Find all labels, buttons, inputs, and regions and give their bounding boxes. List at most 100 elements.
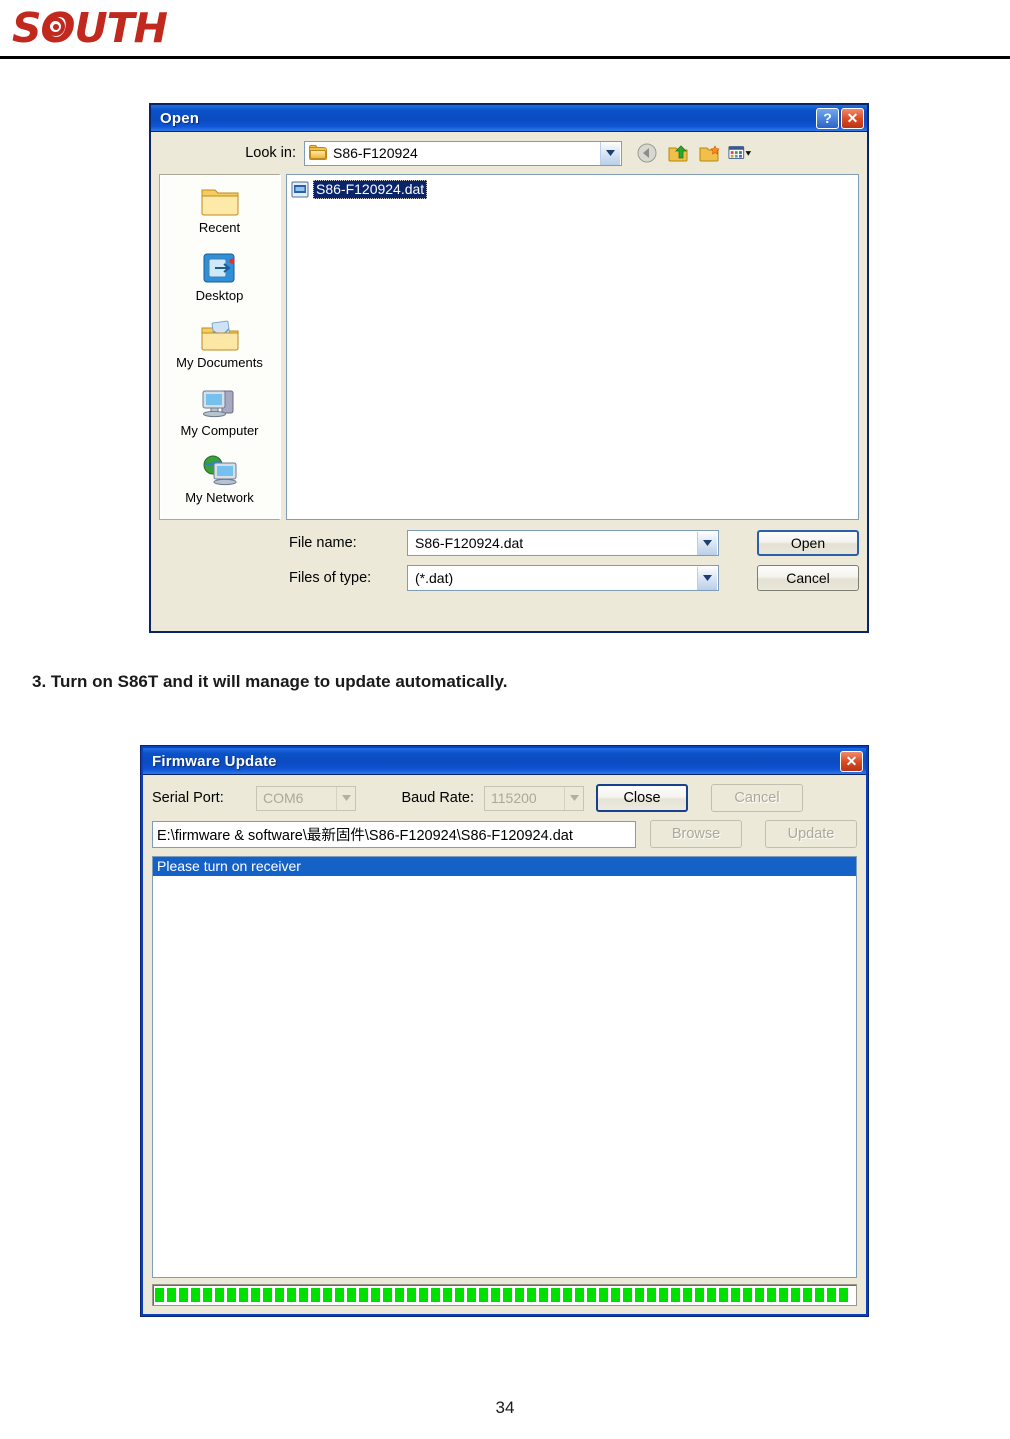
help-icon[interactable]: ? xyxy=(816,107,839,129)
lookin-row: Look in: S86-F120924 xyxy=(159,139,859,167)
views-icon[interactable] xyxy=(728,142,752,164)
open-dialog-main: Recent Desktop My Documents My Computer … xyxy=(159,174,859,520)
place-recent[interactable]: Recent xyxy=(161,181,279,244)
update-button: Update xyxy=(765,820,857,848)
firmware-dialog-titlebar: Firmware Update ✕ xyxy=(143,748,866,775)
chevron-down-icon[interactable] xyxy=(336,786,355,810)
progress-block xyxy=(503,1288,512,1302)
progress-bar xyxy=(152,1284,857,1306)
progress-block xyxy=(407,1288,416,1302)
place-my-documents[interactable]: My Documents xyxy=(161,316,279,379)
progress-block xyxy=(611,1288,620,1302)
file-list[interactable]: S86-F120924.dat xyxy=(286,174,859,520)
places-bar: Recent Desktop My Documents My Computer … xyxy=(159,174,281,520)
close-icon[interactable]: ✕ xyxy=(841,107,864,129)
firmware-log-area[interactable]: Please turn on receiver xyxy=(152,856,857,1278)
progress-block xyxy=(179,1288,188,1302)
serial-port-label: Serial Port: xyxy=(152,790,224,806)
filename-input[interactable]: S86-F120924.dat xyxy=(407,530,719,556)
baud-rate-label: Baud Rate: xyxy=(401,790,474,806)
header-rule xyxy=(0,56,1010,59)
progress-block xyxy=(767,1288,776,1302)
progress-block xyxy=(491,1288,500,1302)
filetype-label: Files of type: xyxy=(289,570,372,586)
browse-button: Browse xyxy=(650,820,742,848)
chevron-down-icon[interactable] xyxy=(564,786,583,810)
back-icon[interactable] xyxy=(635,142,659,164)
south-logo: SOUTH xyxy=(12,4,312,52)
progress-block xyxy=(215,1288,224,1302)
step-instruction: 3. Turn on S86T and it will manage to up… xyxy=(32,672,508,691)
chevron-down-icon[interactable] xyxy=(600,141,620,165)
progress-block xyxy=(227,1288,236,1302)
progress-block xyxy=(455,1288,464,1302)
progress-block xyxy=(239,1288,248,1302)
new-folder-icon[interactable] xyxy=(697,142,721,164)
page-number: 34 xyxy=(495,1398,515,1417)
baud-rate-combobox[interactable]: 115200 xyxy=(484,785,584,811)
file-name[interactable]: S86-F120924.dat xyxy=(313,179,428,199)
progress-block xyxy=(803,1288,812,1302)
progress-block xyxy=(539,1288,548,1302)
log-line[interactable]: Please turn on receiver xyxy=(153,857,856,876)
logo-ring-icon xyxy=(46,17,66,36)
progress-block xyxy=(623,1288,632,1302)
desktop-icon xyxy=(201,249,239,287)
progress-block xyxy=(191,1288,200,1302)
serial-port-combobox[interactable]: COM6 xyxy=(256,785,356,811)
progress-block xyxy=(515,1288,524,1302)
progress-block xyxy=(251,1288,260,1302)
filetype-combobox[interactable]: (*.dat) xyxy=(407,565,719,591)
place-label: Desktop xyxy=(195,287,244,303)
progress-block xyxy=(323,1288,332,1302)
lookin-combobox[interactable]: S86-F120924 xyxy=(304,140,622,166)
filename-row: File name: S86-F120924.dat Open xyxy=(159,528,859,558)
open-dialog-body: Look in: S86-F120924 Recent Desktop My D… xyxy=(151,132,867,630)
chevron-down-icon[interactable] xyxy=(697,566,717,590)
progress-block xyxy=(299,1288,308,1302)
progress-block xyxy=(671,1288,680,1302)
firmware-path-row: E:\firmware & software\最新固件\S86-F120924\… xyxy=(152,818,857,850)
open-button[interactable]: Open xyxy=(757,530,859,556)
lookin-value: S86-F120924 xyxy=(333,145,418,161)
progress-block xyxy=(359,1288,368,1302)
place-my-network[interactable]: My Network xyxy=(161,451,279,514)
progress-block xyxy=(551,1288,560,1302)
progress-block xyxy=(263,1288,272,1302)
place-desktop[interactable]: Desktop xyxy=(161,249,279,312)
my-documents-icon xyxy=(199,316,241,354)
firmware-settings-row: Serial Port: COM6 Baud Rate: 115200 Clos… xyxy=(152,783,857,813)
open-dialog-title: Open xyxy=(160,109,200,127)
my-computer-icon xyxy=(200,384,240,422)
place-label: Recent xyxy=(198,220,241,235)
progress-block xyxy=(275,1288,284,1302)
progress-block xyxy=(731,1288,740,1302)
progress-block xyxy=(707,1288,716,1302)
progress-block xyxy=(815,1288,824,1302)
progress-block xyxy=(647,1288,656,1302)
folder-icon xyxy=(309,145,327,160)
progress-block xyxy=(635,1288,644,1302)
progress-block xyxy=(743,1288,752,1302)
up-one-level-icon[interactable] xyxy=(666,142,690,164)
place-label: My Documents xyxy=(176,355,263,371)
close-button[interactable]: Close xyxy=(596,784,688,812)
progress-block xyxy=(695,1288,704,1302)
progress-block xyxy=(383,1288,392,1302)
document-page: SOUTH Open ? ✕ Look in: S86-F120924 xyxy=(0,0,1010,1439)
firmware-file-path-input[interactable]: E:\firmware & software\最新固件\S86-F120924\… xyxy=(152,820,636,848)
list-item[interactable]: S86-F120924.dat xyxy=(291,179,428,199)
place-my-computer[interactable]: My Computer xyxy=(161,384,279,447)
close-icon[interactable]: ✕ xyxy=(840,750,863,772)
progress-block xyxy=(371,1288,380,1302)
progress-block xyxy=(395,1288,404,1302)
progress-block xyxy=(527,1288,536,1302)
progress-block xyxy=(479,1288,488,1302)
progress-block xyxy=(827,1288,836,1302)
progress-block xyxy=(287,1288,296,1302)
cancel-button[interactable]: Cancel xyxy=(757,565,859,591)
chevron-down-icon[interactable] xyxy=(697,531,717,555)
progress-block xyxy=(755,1288,764,1302)
baud-rate-value: 115200 xyxy=(491,790,537,806)
progress-block xyxy=(467,1288,476,1302)
